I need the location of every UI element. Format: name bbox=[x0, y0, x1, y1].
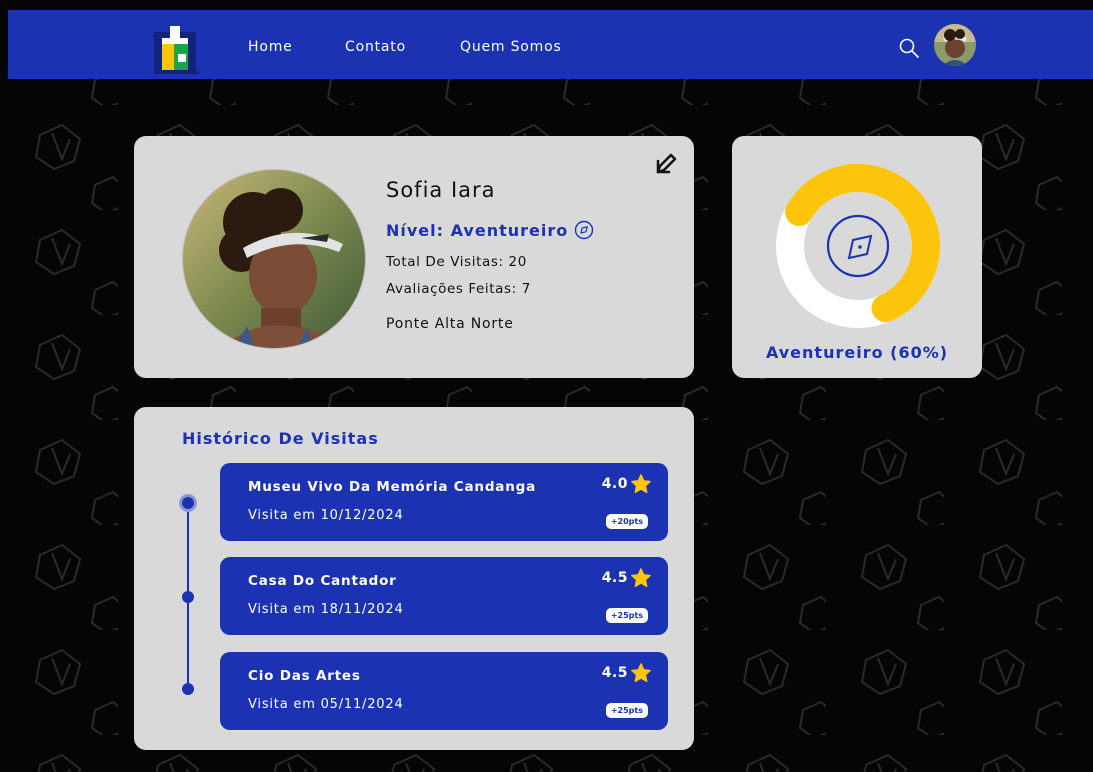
visit-date: Visita em 10/12/2024 bbox=[248, 508, 404, 523]
app-frame: Home Contato Quem Somos Sofia Iara Nível… bbox=[8, 10, 1093, 772]
timeline-dot bbox=[182, 591, 194, 603]
profile-card: Sofia Iara Nível: Aventureiro Total De V… bbox=[134, 136, 694, 378]
star-icon bbox=[631, 568, 651, 588]
visit-name: Museu Vivo Da Memória Candanga bbox=[248, 479, 536, 495]
brand-logo[interactable] bbox=[150, 22, 200, 76]
rating-value: 4.5 bbox=[601, 570, 628, 586]
visit-rating: 4.0 bbox=[602, 473, 652, 495]
edit-icon[interactable] bbox=[654, 153, 678, 177]
points-badge: +25pts bbox=[605, 703, 648, 718]
visit-date: Visita em 18/11/2024 bbox=[248, 602, 404, 617]
navbar: Home Contato Quem Somos bbox=[8, 10, 1093, 79]
visit-name: Casa Do Cantador bbox=[248, 573, 397, 589]
visit-name: Cio Das Artes bbox=[248, 668, 361, 684]
visit-item-casa-do-cantador[interactable]: Casa Do Cantador Visita em 18/11/2024 4.… bbox=[220, 557, 668, 635]
level-progress-ring bbox=[776, 164, 940, 328]
rating-value: 4.0 bbox=[601, 476, 628, 492]
nav-link-quem-somos[interactable]: Quem Somos bbox=[460, 39, 562, 55]
total-visits: Total De Visitas: 20 bbox=[386, 254, 527, 270]
history-title: Histórico De Visitas bbox=[182, 429, 379, 448]
timeline-dot bbox=[182, 683, 194, 695]
user-level: Nível: Aventureiro bbox=[386, 220, 594, 240]
level-card: Aventureiro (60%) bbox=[732, 136, 982, 378]
nav-link-home[interactable]: Home bbox=[248, 39, 293, 55]
search-icon[interactable] bbox=[898, 37, 920, 59]
star-icon bbox=[631, 663, 651, 683]
user-level-label: Nível: Aventureiro bbox=[386, 220, 569, 240]
visit-date: Visita em 05/11/2024 bbox=[248, 697, 404, 712]
user-location: Ponte Alta Norte bbox=[386, 316, 514, 332]
points-badge: +20pts bbox=[605, 514, 648, 529]
profile-photo bbox=[182, 169, 366, 349]
timeline bbox=[179, 494, 197, 695]
level-progress-label: Aventureiro (60%) bbox=[765, 343, 949, 362]
points-badge: +25pts bbox=[605, 608, 648, 623]
rating-value: 4.5 bbox=[601, 665, 628, 681]
visit-item-museu[interactable]: Museu Vivo Da Memória Candanga Visita em… bbox=[220, 463, 668, 541]
visit-item-cio-das-artes[interactable]: Cio Das Artes Visita em 05/11/2024 4.5 +… bbox=[220, 652, 668, 730]
user-name: Sofia Iara bbox=[386, 178, 496, 202]
reviews-done: Avaliações Feitas: 7 bbox=[386, 281, 531, 297]
visit-rating: 4.5 bbox=[602, 567, 652, 589]
compass-icon bbox=[575, 220, 594, 240]
avatar[interactable] bbox=[934, 24, 976, 66]
visit-rating: 4.5 bbox=[602, 662, 652, 684]
star-icon bbox=[631, 474, 651, 494]
visit-history-card: Histórico De Visitas Museu Vivo Da Memór… bbox=[134, 407, 694, 750]
nav-link-contato[interactable]: Contato bbox=[345, 39, 406, 55]
